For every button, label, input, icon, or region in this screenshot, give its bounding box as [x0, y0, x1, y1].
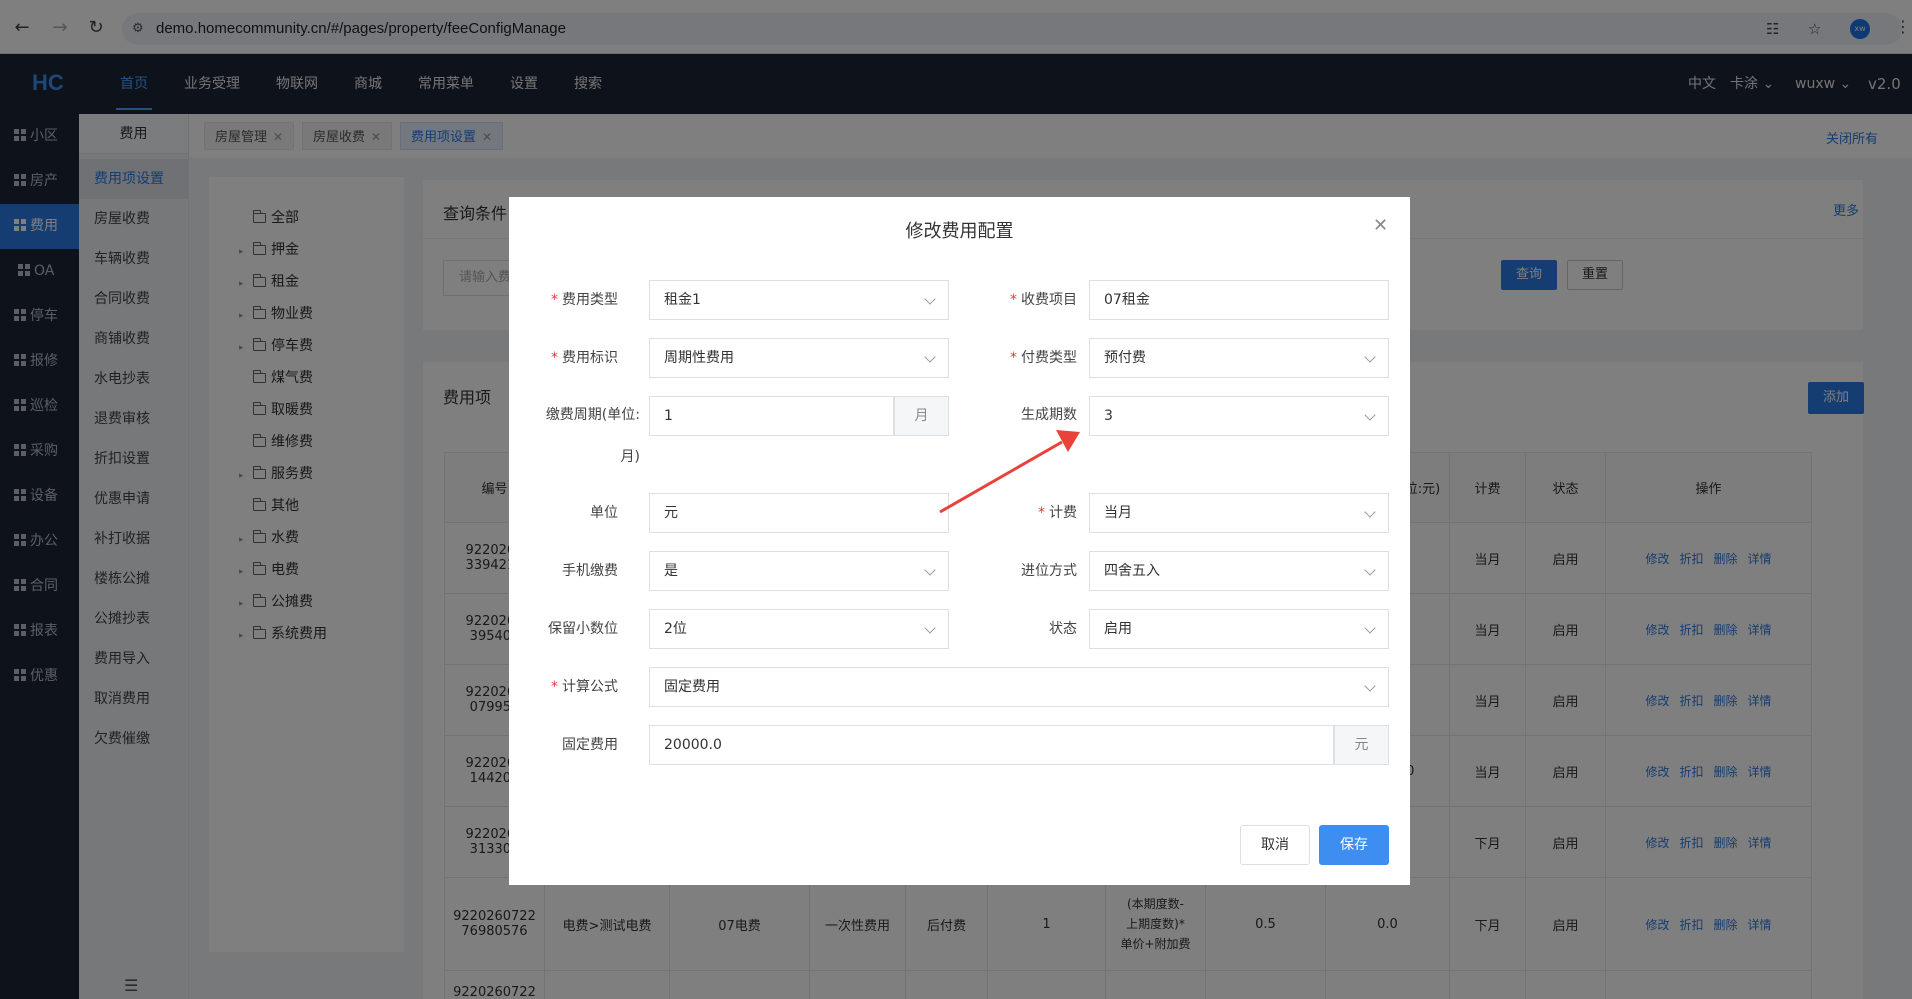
- arrow-head: [1056, 430, 1080, 452]
- arrow-line: [939, 440, 1063, 514]
- annotation-arrow: [939, 430, 1080, 514]
